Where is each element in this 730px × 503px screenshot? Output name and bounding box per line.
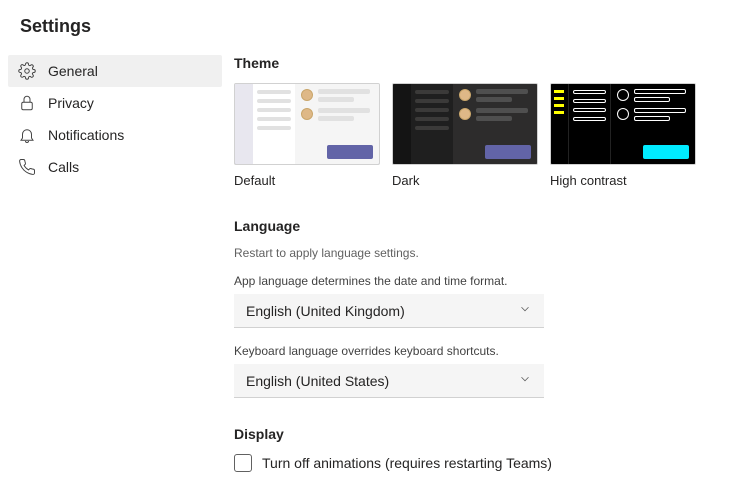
sidebar-item-notifications[interactable]: Notifications — [8, 119, 222, 151]
keyboard-language-select[interactable]: English (United States) — [234, 364, 544, 398]
theme-heading: Theme — [234, 55, 712, 71]
checkbox-label: Turn off animations (requires restarting… — [262, 455, 552, 471]
theme-option-high-contrast[interactable]: High contrast — [550, 83, 696, 188]
keyboard-language-label: Keyboard language overrides keyboard sho… — [234, 344, 712, 358]
sidebar-item-privacy[interactable]: Privacy — [8, 87, 222, 119]
bell-icon — [18, 126, 36, 144]
checkbox-box — [234, 454, 252, 472]
language-restart-hint: Restart to apply language settings. — [234, 246, 712, 260]
theme-options: Default Dark — [234, 83, 712, 188]
theme-label: Dark — [392, 173, 538, 188]
sidebar-item-label: Notifications — [48, 127, 124, 143]
sidebar-item-label: General — [48, 63, 98, 79]
theme-label: High contrast — [550, 173, 696, 188]
turn-off-animations-checkbox[interactable]: Turn off animations (requires restarting… — [234, 454, 712, 472]
sidebar-item-general[interactable]: General — [8, 55, 222, 87]
theme-option-default[interactable]: Default — [234, 83, 380, 188]
lock-icon — [18, 94, 36, 112]
keyboard-language-value: English (United States) — [246, 373, 389, 389]
sidebar-item-calls[interactable]: Calls — [8, 151, 222, 183]
gear-icon — [18, 62, 36, 80]
theme-preview-dark — [392, 83, 538, 165]
app-language-select[interactable]: English (United Kingdom) — [234, 294, 544, 328]
theme-label: Default — [234, 173, 380, 188]
sidebar-item-label: Privacy — [48, 95, 94, 111]
app-language-label: App language determines the date and tim… — [234, 274, 712, 288]
app-language-value: English (United Kingdom) — [246, 303, 405, 319]
language-heading: Language — [234, 218, 712, 234]
chevron-down-icon — [518, 372, 532, 389]
chevron-down-icon — [518, 302, 532, 319]
display-heading: Display — [234, 426, 712, 442]
settings-sidebar: General Privacy Notifications Calls — [0, 55, 230, 472]
theme-option-dark[interactable]: Dark — [392, 83, 538, 188]
page-title: Settings — [20, 16, 710, 37]
theme-preview-default — [234, 83, 380, 165]
sidebar-item-label: Calls — [48, 159, 79, 175]
settings-content: Theme Default — [230, 55, 730, 472]
settings-header: Settings — [0, 0, 730, 55]
phone-icon — [18, 158, 36, 176]
theme-preview-high-contrast — [550, 83, 696, 165]
